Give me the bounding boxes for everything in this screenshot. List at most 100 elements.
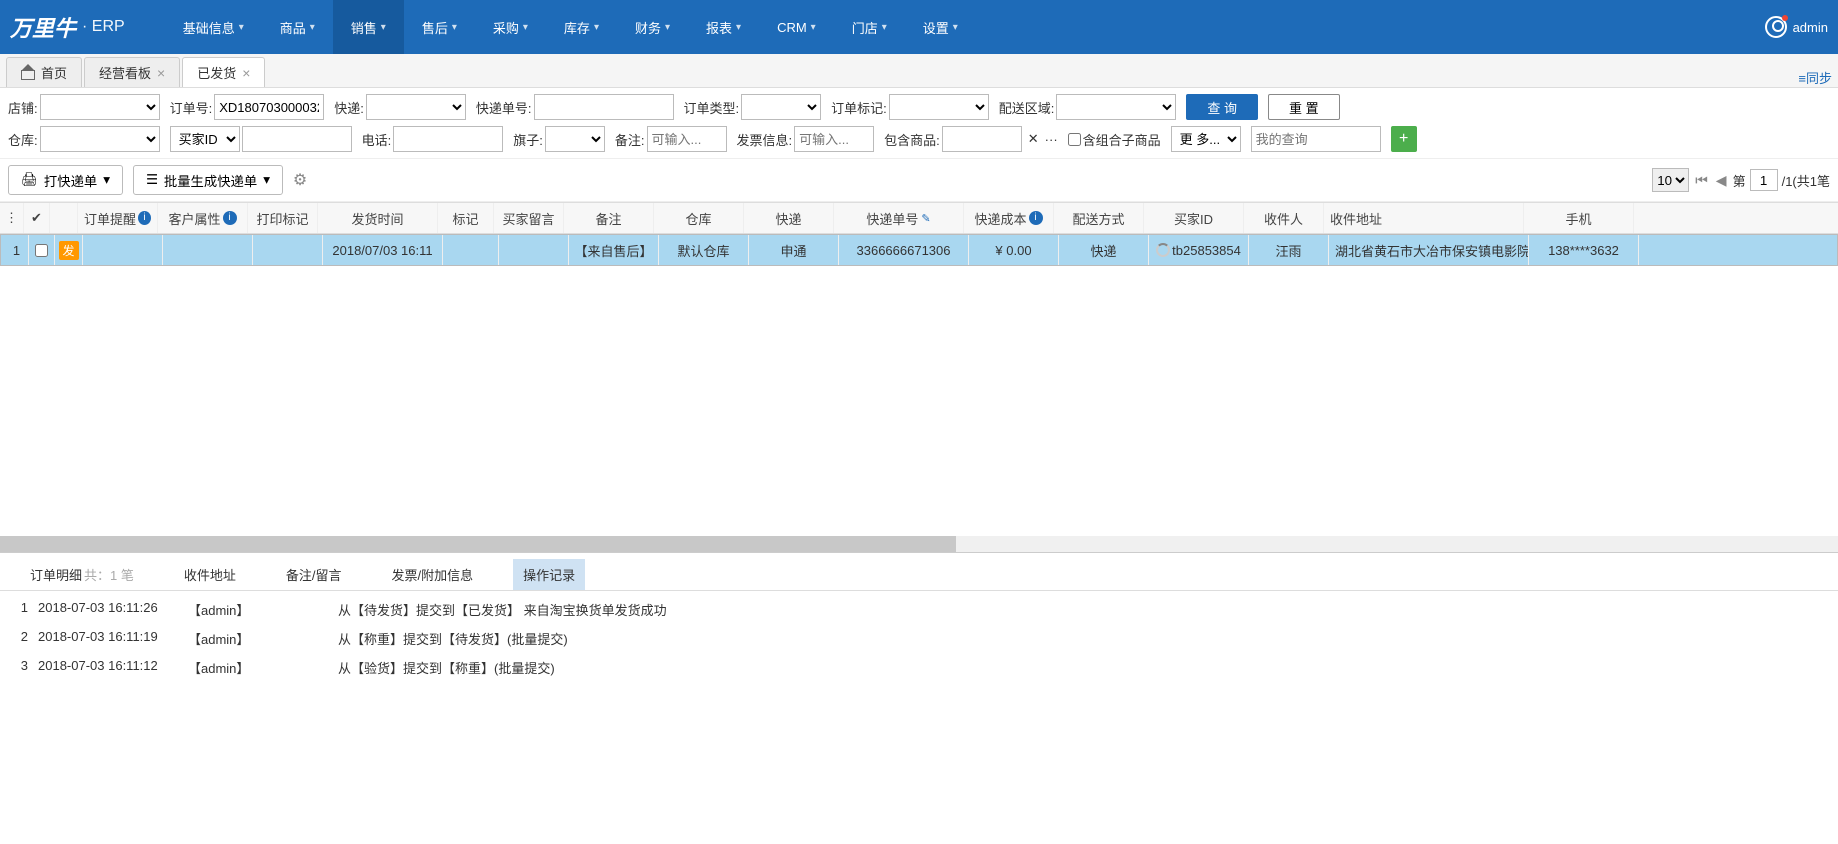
more-select[interactable]: 更 多...	[1171, 126, 1241, 152]
col-header[interactable]: 标记	[438, 203, 494, 233]
phone-input[interactable]	[393, 126, 503, 152]
col-header[interactable]: 打印标记	[248, 203, 318, 233]
query-button[interactable]: 查 询	[1186, 94, 1258, 120]
detail-tab-备注/留言[interactable]: 备注/留言	[276, 559, 352, 590]
filter-panel: 店铺: 订单号: 快递: 快递单号: 订单类型: 订单标记: 配送区域: 查 询…	[0, 88, 1838, 159]
col-header[interactable]: 手机	[1524, 203, 1634, 233]
col-header[interactable]: 快递	[744, 203, 834, 233]
chevron-down-icon: ▾	[381, 22, 386, 33]
page-input[interactable]	[1750, 169, 1778, 191]
close-icon[interactable]: ×	[242, 65, 250, 81]
close-icon[interactable]: ×	[157, 65, 165, 81]
detail-panel: 订单明细共：1 笔收件地址备注/留言发票/附加信息操作记录 12018-07-0…	[0, 552, 1838, 686]
page-size-select[interactable]: 10	[1652, 168, 1689, 192]
chevron-down-icon: ▾	[310, 22, 315, 33]
row-recipient: 汪雨	[1249, 235, 1329, 265]
combine-checkbox[interactable]	[1068, 133, 1081, 146]
user-avatar-icon[interactable]	[1765, 16, 1787, 38]
express-select[interactable]	[366, 94, 466, 120]
contain-label: 包含商品:	[884, 130, 940, 149]
buyer-id-sel[interactable]: 买家ID	[170, 126, 240, 152]
chevron-down-icon: ▾	[811, 22, 816, 33]
nav-报表[interactable]: 报表▾	[688, 0, 759, 54]
detail-tab-操作记录[interactable]: 操作记录	[513, 559, 585, 590]
col-header[interactable]: 配送方式	[1054, 203, 1144, 233]
express-no-input[interactable]	[534, 94, 674, 120]
shop-select[interactable]	[40, 94, 160, 120]
buyer-id-input[interactable]	[242, 126, 352, 152]
flag-label: 旗子:	[513, 130, 543, 149]
chevron-down-icon: ▾	[239, 22, 244, 33]
reset-button[interactable]: 重 置	[1268, 94, 1340, 120]
col-header[interactable]: ⋮	[0, 203, 24, 233]
chevron-down-icon: ▾	[452, 22, 457, 33]
nav-商品[interactable]: 商品▾	[262, 0, 333, 54]
home-icon	[21, 67, 35, 79]
row-phone: 138****3632	[1529, 235, 1639, 265]
nav-售后[interactable]: 售后▾	[404, 0, 475, 54]
table-row[interactable]: 1 发 2018/07/03 16:11 【来自售后】 默认仓库 申通 3366…	[0, 234, 1838, 266]
h-scrollbar[interactable]	[0, 536, 1838, 552]
detail-tab-订单明细[interactable]: 订单明细共：1 笔	[20, 559, 144, 590]
print-express-button[interactable]: 🖨打快递单▾	[8, 165, 123, 195]
col-header[interactable]: 快递单号✎	[834, 203, 964, 233]
chevron-down-icon: ▾	[594, 22, 599, 33]
nav-销售[interactable]: 销售▾	[333, 0, 404, 54]
col-header[interactable]	[50, 203, 78, 233]
tab-首页[interactable]: 首页	[6, 57, 82, 87]
region-select[interactable]	[1056, 94, 1176, 120]
col-header[interactable]: 客户属性i	[158, 203, 248, 233]
col-header[interactable]: 收件人	[1244, 203, 1324, 233]
order-no-input[interactable]	[214, 94, 324, 120]
info-icon: i	[223, 211, 237, 225]
prev-page-icon[interactable]: ◀	[1714, 172, 1729, 189]
chevron-down-icon: ▾	[103, 172, 110, 188]
sync-link[interactable]: ≡同步	[1792, 68, 1838, 87]
add-query-button[interactable]: +	[1391, 126, 1417, 152]
col-header[interactable]: 仓库	[654, 203, 744, 233]
user-name[interactable]: admin	[1793, 20, 1828, 35]
row-cost: ¥ 0.00	[969, 235, 1059, 265]
detail-tab-收件地址[interactable]: 收件地址	[174, 559, 246, 590]
tab-经营看板[interactable]: 经营看板×	[84, 57, 180, 87]
col-header[interactable]: 发货时间	[318, 203, 438, 233]
col-header[interactable]: 收件地址	[1324, 203, 1524, 233]
nav-基础信息[interactable]: 基础信息▾	[165, 0, 262, 54]
nav-设置[interactable]: 设置▾	[905, 0, 976, 54]
order-type-label: 订单类型:	[684, 98, 740, 117]
nav-库存[interactable]: 库存▾	[546, 0, 617, 54]
col-header[interactable]: 买家ID	[1144, 203, 1244, 233]
col-header[interactable]: 买家留言	[494, 203, 564, 233]
remark-input[interactable]	[647, 126, 727, 152]
gear-icon[interactable]: ⚙	[293, 170, 307, 190]
col-header[interactable]: 备注	[564, 203, 654, 233]
detail-tab-发票/附加信息[interactable]: 发票/附加信息	[382, 559, 484, 590]
contain-input[interactable]	[942, 126, 1022, 152]
nav-财务[interactable]: 财务▾	[617, 0, 688, 54]
nav-CRM[interactable]: CRM▾	[759, 0, 834, 54]
chevron-down-icon: ▾	[523, 22, 528, 33]
col-header[interactable]: 快递成本i	[964, 203, 1054, 233]
row-checkbox[interactable]	[35, 244, 48, 257]
contain-more-icon[interactable]: ···	[1045, 132, 1058, 147]
log-row: 32018-07-03 16:11:12【admin】从【验货】提交到【称重】(…	[8, 653, 1830, 682]
contain-clear-icon[interactable]: ✕	[1024, 131, 1043, 147]
order-flag-select[interactable]	[889, 94, 989, 120]
order-type-select[interactable]	[741, 94, 821, 120]
batch-gen-button[interactable]: ☰批量生成快递单▾	[133, 165, 283, 195]
nav-采购[interactable]: 采购▾	[475, 0, 546, 54]
flag-select[interactable]	[545, 126, 605, 152]
loading-icon	[1156, 243, 1170, 257]
myquery-input[interactable]	[1251, 126, 1381, 152]
nav-门店[interactable]: 门店▾	[834, 0, 905, 54]
edit-icon[interactable]: ✎	[921, 212, 930, 225]
first-page-icon[interactable]: ⏮	[1693, 172, 1710, 189]
printer-icon: 🖨	[21, 172, 38, 188]
col-header[interactable]: 订单提醒i	[78, 203, 158, 233]
shop-label: 店铺:	[8, 98, 38, 117]
col-header[interactable]: ✔	[24, 203, 50, 233]
warehouse-select[interactable]	[40, 126, 160, 152]
chevron-down-icon: ▾	[736, 22, 741, 33]
tab-已发货[interactable]: 已发货×	[182, 57, 265, 87]
invoice-input[interactable]	[794, 126, 874, 152]
